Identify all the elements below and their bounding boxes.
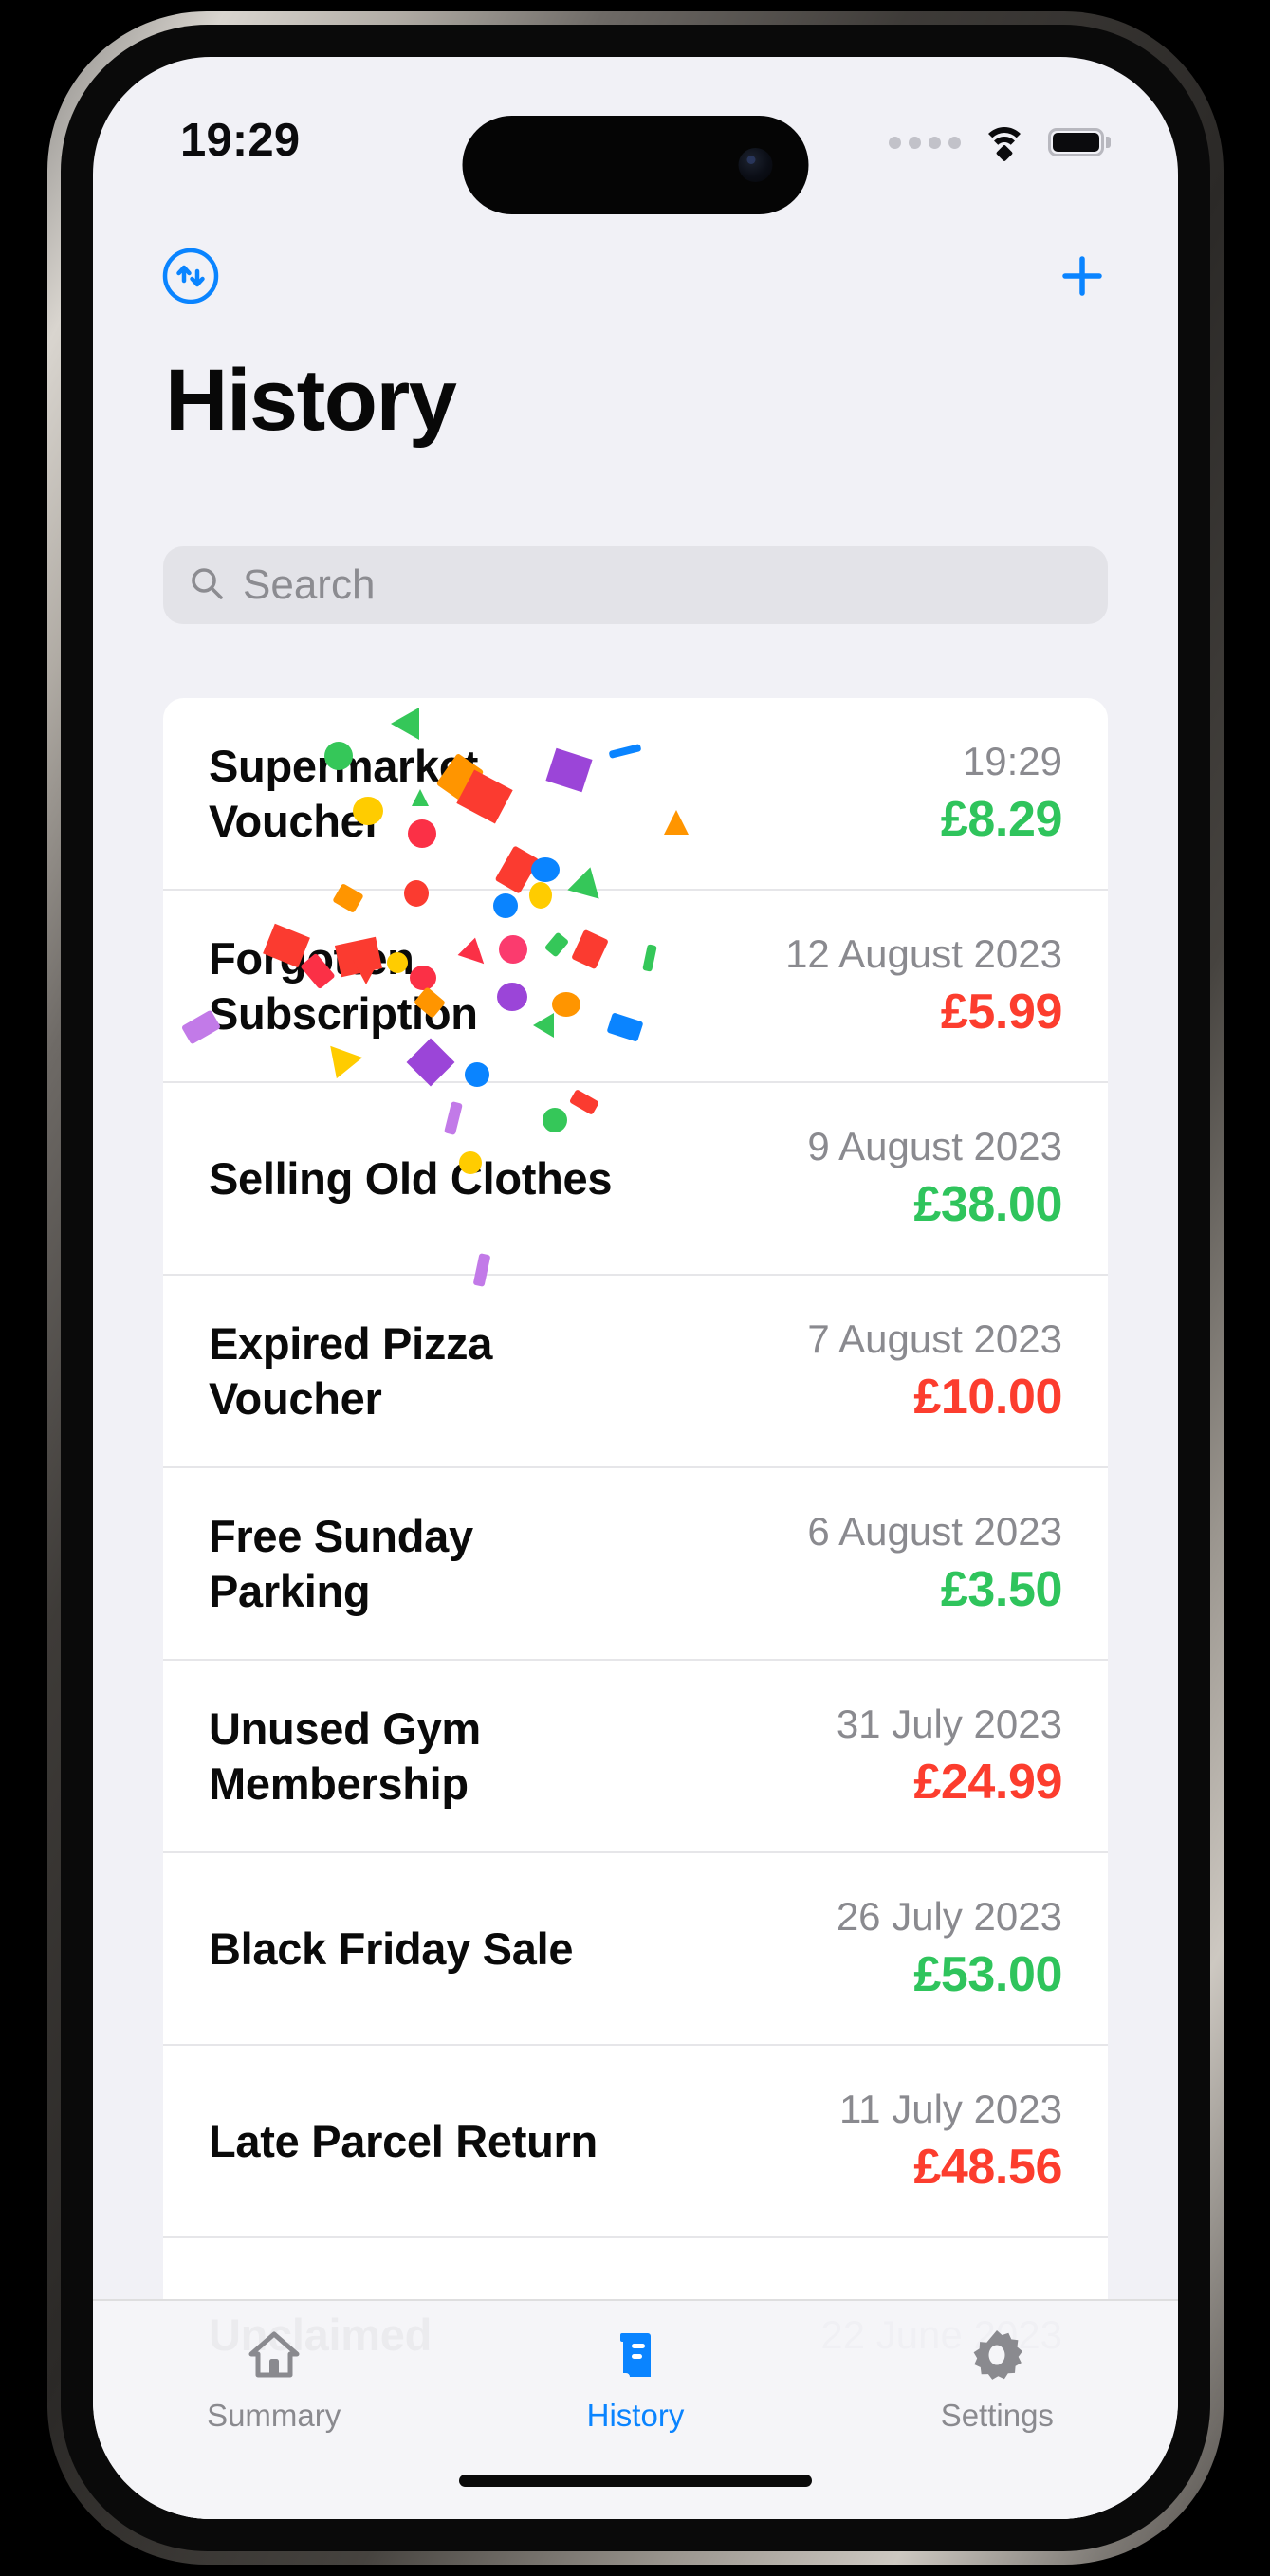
tab-label: Settings bbox=[940, 2398, 1054, 2433]
table-row[interactable]: Selling Old Clothes 9 August 2023 £38.00 bbox=[163, 1083, 1108, 1276]
cellular-dots-icon bbox=[889, 136, 961, 149]
search-icon bbox=[188, 564, 226, 607]
front-camera-icon bbox=[738, 148, 773, 182]
row-meta: 31 July 2023 £24.99 bbox=[836, 1701, 1063, 1812]
row-amount: £10.00 bbox=[913, 1370, 1062, 1426]
row-meta: 6 August 2023 £3.50 bbox=[807, 1508, 1062, 1620]
table-row[interactable]: Expired Pizza Voucher 7 August 2023 £10.00 bbox=[163, 1276, 1108, 1468]
page-title: History bbox=[165, 352, 457, 449]
row-title: Unused Gym Membership bbox=[209, 1702, 481, 1809]
row-date: 19:29 bbox=[962, 738, 1062, 783]
table-row[interactable]: Late Parcel Return 11 July 2023 £48.56 bbox=[163, 2046, 1108, 2238]
row-meta: 9 August 2023 £38.00 bbox=[807, 1123, 1062, 1235]
table-row[interactable]: Supermarket Voucher 19:29 £8.29 bbox=[163, 698, 1108, 891]
search-input[interactable]: Search bbox=[163, 546, 1108, 624]
row-title: Free Sunday Parking bbox=[209, 1510, 473, 1616]
phone-screen: 19:29 History Search Supermarket Voucher… bbox=[93, 57, 1178, 2519]
row-date: 12 August 2023 bbox=[785, 930, 1062, 976]
search-container: Search bbox=[163, 546, 1108, 624]
tab-label: Summary bbox=[207, 2398, 341, 2433]
table-row[interactable]: Free Sunday Parking 6 August 2023 £3.50 bbox=[163, 1468, 1108, 1661]
row-meta: 26 July 2023 £53.00 bbox=[836, 1893, 1063, 2005]
plus-icon[interactable] bbox=[1053, 247, 1112, 305]
gear-icon bbox=[969, 2326, 1024, 2384]
row-title: Supermarket Voucher bbox=[209, 740, 479, 846]
row-amount: £53.00 bbox=[913, 1947, 1062, 2003]
wifi-icon bbox=[982, 125, 1027, 162]
navigation-bar bbox=[93, 247, 1178, 305]
row-title: Expired Pizza Voucher bbox=[209, 1317, 493, 1424]
row-date: 7 August 2023 bbox=[807, 1316, 1062, 1361]
row-amount: £24.99 bbox=[913, 1755, 1062, 1811]
row-title: Selling Old Clothes bbox=[209, 1152, 613, 1204]
row-amount: £38.00 bbox=[913, 1177, 1062, 1233]
tab-label: History bbox=[586, 2398, 685, 2433]
row-title: Late Parcel Return bbox=[209, 2115, 598, 2166]
row-title: Forgotten Subscription bbox=[209, 932, 478, 1039]
tab-settings[interactable]: Settings bbox=[817, 2326, 1178, 2434]
sort-arrows-circle-icon[interactable] bbox=[161, 247, 220, 305]
row-date: 26 July 2023 bbox=[836, 1893, 1062, 1939]
row-title: Black Friday Sale bbox=[209, 1923, 574, 1974]
phone-bezel: 19:29 History Search Supermarket Voucher… bbox=[61, 25, 1210, 2551]
row-date: 6 August 2023 bbox=[807, 1508, 1062, 1554]
tab-history[interactable]: History bbox=[454, 2326, 816, 2434]
table-row[interactable]: Forgotten Subscription 12 August 2023 £5.9… bbox=[163, 891, 1108, 1083]
row-date: 9 August 2023 bbox=[807, 1123, 1062, 1168]
phone-device-frame: 19:29 History Search Supermarket Voucher… bbox=[47, 11, 1224, 2565]
row-amount: £8.29 bbox=[940, 792, 1063, 848]
row-meta: 7 August 2023 £10.00 bbox=[807, 1316, 1062, 1427]
dynamic-island bbox=[462, 116, 809, 214]
table-row[interactable]: Unused Gym Membership 31 July 2023 £24.99 bbox=[163, 1661, 1108, 1853]
receipt-icon bbox=[608, 2326, 663, 2384]
tab-summary[interactable]: Summary bbox=[93, 2326, 454, 2434]
row-amount: £48.56 bbox=[913, 2140, 1062, 2196]
status-time: 19:29 bbox=[180, 115, 301, 166]
row-amount: £3.50 bbox=[940, 1562, 1063, 1618]
house-icon bbox=[247, 2326, 302, 2384]
row-meta: 12 August 2023 £5.99 bbox=[785, 930, 1062, 1042]
row-date: 31 July 2023 bbox=[836, 1701, 1062, 1746]
screenshot-root: 19:29 History Search Supermarket Voucher… bbox=[0, 0, 1270, 2576]
history-list: Supermarket Voucher 19:29 £8.29 Forgotten S… bbox=[163, 698, 1108, 2519]
row-meta: 11 July 2023 £48.56 bbox=[839, 2086, 1062, 2198]
status-indicators bbox=[889, 114, 1111, 162]
home-indicator[interactable] bbox=[459, 2475, 812, 2487]
table-row[interactable]: Black Friday Sale 26 July 2023 £53.00 bbox=[163, 1853, 1108, 2046]
row-meta: 19:29 £8.29 bbox=[940, 738, 1063, 850]
row-date: 11 July 2023 bbox=[838, 2086, 1062, 2131]
battery-full-icon bbox=[1048, 128, 1111, 156]
row-amount: £5.99 bbox=[940, 984, 1063, 1040]
search-placeholder: Search bbox=[243, 561, 376, 608]
